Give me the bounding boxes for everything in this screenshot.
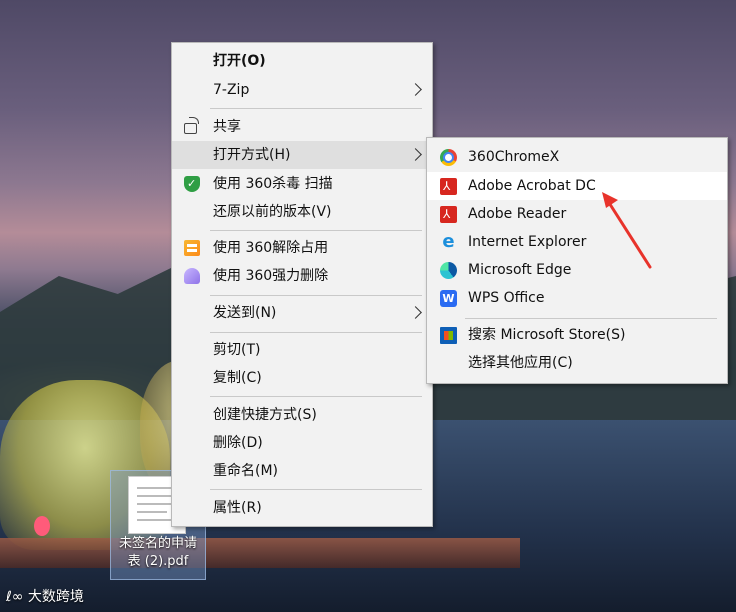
menu-item-cut[interactable]: 剪切(T)	[172, 336, 432, 364]
menu-separator	[210, 332, 422, 333]
menu-item-create-shortcut[interactable]: 创建快捷方式(S)	[172, 401, 432, 429]
store-icon	[440, 327, 457, 344]
menu-item-label: 使用 360强力删除	[213, 268, 329, 284]
menu-item-rename[interactable]: 重命名(M)	[172, 457, 432, 485]
submenu-item-label: Internet Explorer	[468, 234, 587, 250]
submenu-item-label: Adobe Acrobat DC	[468, 178, 596, 194]
wps-icon: W	[440, 290, 457, 307]
menu-item-360-scan[interactable]: 使用 360杀毒 扫描	[172, 170, 432, 198]
menu-item-label: 7-Zip	[213, 82, 250, 98]
menu-item-label: 打开(O)	[213, 53, 266, 69]
unlock-icon	[184, 240, 200, 256]
annotation-arrow-icon	[602, 192, 652, 269]
menu-separator	[465, 318, 717, 319]
submenu-item-choose-other-app[interactable]: 选择其他应用(C)	[427, 349, 727, 377]
menu-item-label: 属性(R)	[213, 500, 262, 516]
menu-item-properties[interactable]: 属性(R)	[172, 494, 432, 522]
menu-item-label: 剪切(T)	[213, 342, 261, 358]
submenu-item-label: WPS Office	[468, 290, 545, 306]
menu-separator	[210, 230, 422, 231]
share-icon	[184, 117, 199, 134]
submenu-item-label: 360ChromeX	[468, 149, 560, 165]
open-with-submenu: 360ChromeX Adobe Acrobat DC Adobe Reader…	[426, 137, 728, 384]
submenu-item-internet-explorer[interactable]: e Internet Explorer	[427, 228, 727, 256]
menu-separator	[210, 489, 422, 490]
chrome-icon	[440, 149, 457, 166]
menu-item-copy[interactable]: 复制(C)	[172, 364, 432, 392]
chevron-right-icon	[409, 306, 422, 319]
menu-item-label: 删除(D)	[213, 435, 263, 451]
menu-item-open[interactable]: 打开(O)	[172, 47, 432, 75]
desktop-file-name: 未签名的申请表 (2).pdf	[118, 536, 197, 569]
edge-icon	[440, 262, 457, 279]
context-menu: 打开(O) 7-Zip 共享 打开方式(H) 使用 360杀毒 扫描 还原以前的…	[171, 42, 433, 527]
menu-item-label: 共享	[213, 119, 241, 135]
watermark-label: 大数跨境	[27, 589, 84, 605]
menu-item-label: 重命名(M)	[213, 463, 279, 479]
menu-item-label: 复制(C)	[213, 370, 262, 386]
watermark-text: ℓ∞ 大数跨境	[6, 586, 84, 606]
menu-item-label: 使用 360解除占用	[213, 240, 329, 256]
menu-item-360-unlock[interactable]: 使用 360解除占用	[172, 234, 432, 262]
menu-item-restore-versions[interactable]: 还原以前的版本(V)	[172, 198, 432, 226]
submenu-item-label: 搜索 Microsoft Store(S)	[468, 327, 626, 343]
menu-separator	[210, 396, 422, 397]
delete-icon	[184, 268, 200, 284]
submenu-item-adobe-reader[interactable]: Adobe Reader	[427, 200, 727, 228]
submenu-item-wps-office[interactable]: W WPS Office	[427, 284, 727, 312]
menu-item-360-force-delete[interactable]: 使用 360强力删除	[172, 262, 432, 290]
lamp-light	[34, 516, 50, 536]
menu-item-share[interactable]: 共享	[172, 113, 432, 141]
ie-icon: e	[442, 231, 455, 252]
submenu-item-label: Adobe Reader	[468, 206, 567, 222]
acrobat-icon	[440, 172, 457, 200]
dock-scenery	[0, 538, 520, 568]
submenu-item-acrobat-dc[interactable]: Adobe Acrobat DC	[427, 172, 727, 200]
submenu-item-microsoft-store[interactable]: 搜索 Microsoft Store(S)	[427, 321, 727, 349]
menu-item-label: 创建快捷方式(S)	[213, 407, 317, 423]
menu-item-open-with[interactable]: 打开方式(H)	[172, 141, 432, 169]
chevron-right-icon	[409, 83, 422, 96]
menu-item-delete[interactable]: 删除(D)	[172, 429, 432, 457]
submenu-item-edge[interactable]: Microsoft Edge	[427, 256, 727, 284]
menu-item-label: 使用 360杀毒 扫描	[213, 176, 333, 192]
menu-item-label: 打开方式(H)	[213, 147, 291, 163]
menu-item-label: 还原以前的版本(V)	[213, 204, 332, 220]
acrobat-icon	[440, 200, 457, 228]
menu-separator	[210, 108, 422, 109]
chevron-right-icon	[409, 148, 422, 161]
watermark-logo-icon: ℓ∞	[6, 589, 28, 605]
shield-icon	[184, 170, 200, 198]
menu-item-send-to[interactable]: 发送到(N)	[172, 299, 432, 327]
submenu-item-label: Microsoft Edge	[468, 262, 572, 278]
menu-separator	[210, 295, 422, 296]
menu-item-label: 发送到(N)	[213, 305, 277, 321]
submenu-item-360chromex[interactable]: 360ChromeX	[427, 143, 727, 171]
menu-item-7zip[interactable]: 7-Zip	[172, 76, 432, 104]
submenu-item-label: 选择其他应用(C)	[468, 355, 573, 371]
